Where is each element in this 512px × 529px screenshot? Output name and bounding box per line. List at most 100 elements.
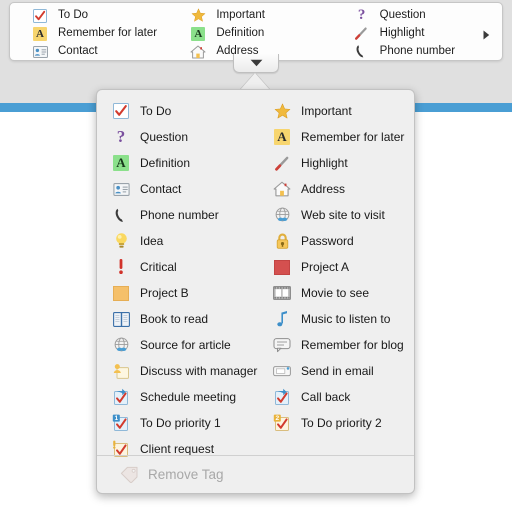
menu-item-label: Book to read bbox=[140, 312, 209, 326]
menu-item-movie-to-see[interactable]: Movie to see bbox=[258, 280, 414, 306]
menu-item-book-to-read[interactable]: Book to read bbox=[97, 306, 258, 332]
globe-icon bbox=[111, 335, 131, 355]
menu-item-label: Definition bbox=[140, 156, 191, 170]
lightbulb-icon bbox=[111, 231, 131, 251]
pen-icon bbox=[272, 153, 292, 173]
checkbox-checked-icon bbox=[111, 101, 131, 121]
toolbar-item-label: Important bbox=[216, 9, 265, 21]
checkbox-checked-icon bbox=[31, 8, 49, 24]
toolbar-item-phone-number[interactable]: Phone number bbox=[353, 43, 502, 60]
menu-item-phone-number[interactable]: Phone number bbox=[97, 202, 258, 228]
toolbar-item-question[interactable]: ? Question bbox=[353, 7, 502, 24]
exclamation-icon bbox=[111, 257, 131, 277]
menu-item-label: Schedule meeting bbox=[140, 390, 237, 404]
menu-item-label: Question bbox=[140, 130, 189, 144]
menu-item-remember-for-later[interactable]: A Remember for later bbox=[258, 124, 414, 150]
menu-item-label: Web site to visit bbox=[301, 208, 385, 222]
menu-item-label: To Do priority 2 bbox=[301, 416, 382, 430]
toolbar-item-label: Remember for later bbox=[58, 27, 158, 39]
menu-item-critical[interactable]: Critical bbox=[97, 254, 258, 280]
menu-item-call-back[interactable]: Call back bbox=[258, 384, 414, 410]
menu-item-label: Discuss with manager bbox=[140, 364, 258, 378]
book-icon bbox=[111, 309, 131, 329]
menu-item-project-b[interactable]: Project B bbox=[97, 280, 258, 306]
menu-item-web-site-to-visit[interactable]: Web site to visit bbox=[258, 202, 414, 228]
menu-item-label: Movie to see bbox=[301, 286, 370, 300]
menu-item-label: Critical bbox=[140, 260, 177, 274]
menu-item-password[interactable]: Password bbox=[258, 228, 414, 254]
menu-item-send-in-email[interactable]: Send in email bbox=[258, 358, 414, 384]
menu-item-label: To Do priority 1 bbox=[140, 416, 221, 430]
toolbar-item-definition[interactable]: A Definition bbox=[189, 25, 343, 42]
toolbar-column-2: Important A Definition Address bbox=[180, 7, 343, 60]
house-icon bbox=[189, 44, 207, 60]
house-icon bbox=[272, 179, 292, 199]
star-icon bbox=[189, 8, 207, 24]
menu-item-project-a[interactable]: Project A bbox=[258, 254, 414, 280]
svg-text:2: 2 bbox=[275, 415, 279, 422]
toolbar-item-contact[interactable]: Contact bbox=[31, 43, 180, 60]
letter-a-yellow-icon: A bbox=[272, 127, 292, 147]
checkbox-one-icon: 1 bbox=[111, 413, 131, 433]
toolbar-item-label: Highlight bbox=[379, 27, 425, 39]
phone-icon bbox=[111, 205, 131, 225]
menu-item-to-do-priority-1[interactable]: 1 To Do priority 1 bbox=[97, 410, 258, 436]
letter-a-green-icon: A bbox=[111, 153, 131, 173]
triangle-right-icon[interactable] bbox=[481, 30, 491, 40]
menu-item-label: Remember for later bbox=[301, 130, 405, 144]
menu-item-label: Phone number bbox=[140, 208, 219, 222]
checkbox-two-icon: 2 bbox=[272, 413, 292, 433]
menu-item-to-do[interactable]: To Do bbox=[97, 98, 258, 124]
checkbox-arrow-icon bbox=[272, 387, 292, 407]
tag-popup-menu: To Do Important ? Question A Remember fo… bbox=[96, 89, 415, 494]
menu-item-idea[interactable]: Idea bbox=[97, 228, 258, 254]
toolbar-item-important[interactable]: Important bbox=[189, 7, 343, 24]
menu-item-to-do-priority-2[interactable]: 2 To Do priority 2 bbox=[258, 410, 414, 436]
pen-icon bbox=[353, 26, 371, 42]
tag-menu-disclosure-button[interactable] bbox=[233, 54, 279, 73]
speech-bubble-icon bbox=[272, 335, 292, 355]
menu-item-label: Address bbox=[301, 182, 346, 196]
toolbar-column-3: ? Question Highlight Phone number bbox=[344, 7, 502, 60]
envelope-icon bbox=[272, 361, 292, 381]
phone-icon bbox=[353, 44, 371, 60]
toolbar-item-label: Contact bbox=[58, 45, 98, 57]
menu-item-remove-tag[interactable]: Remove Tag bbox=[97, 456, 414, 493]
menu-item-label: Remember for blog bbox=[301, 338, 404, 352]
toolbar-item-to-do[interactable]: To Do bbox=[31, 7, 180, 24]
menu-item-label: Project B bbox=[140, 286, 189, 300]
menu-item-address[interactable]: Address bbox=[258, 176, 414, 202]
menu-item-label: To Do bbox=[140, 104, 172, 118]
menu-item-discuss-with-manager[interactable]: Discuss with manager bbox=[97, 358, 258, 384]
menu-item-label: Highlight bbox=[301, 156, 348, 170]
menu-item-label: Contact bbox=[140, 182, 182, 196]
music-note-icon bbox=[272, 309, 292, 329]
menu-item-schedule-meeting[interactable]: Schedule meeting bbox=[97, 384, 258, 410]
menu-item-source-for-article[interactable]: Source for article bbox=[97, 332, 258, 358]
person-note-icon bbox=[111, 361, 131, 381]
letter-a-green-icon: A bbox=[189, 26, 207, 42]
menu-item-question[interactable]: ? Question bbox=[97, 124, 258, 150]
menu-item-definition[interactable]: A Definition bbox=[97, 150, 258, 176]
popup-callout-arrow bbox=[240, 73, 270, 90]
svg-text:1: 1 bbox=[114, 415, 118, 422]
globe-icon bbox=[272, 205, 292, 225]
menu-item-highlight[interactable]: Highlight bbox=[258, 150, 414, 176]
tag-remove-icon bbox=[119, 465, 139, 485]
menu-item-label: Important bbox=[301, 104, 352, 118]
menu-item-important[interactable]: Important bbox=[258, 98, 414, 124]
toolbar-item-remember-for-later[interactable]: A Remember for later bbox=[31, 25, 180, 42]
toolbar-item-highlight[interactable]: Highlight bbox=[353, 25, 502, 42]
menu-item-label: Password bbox=[301, 234, 354, 248]
menu-item-remember-for-blog[interactable]: Remember for blog bbox=[258, 332, 414, 358]
checkbox-arrow-icon bbox=[111, 387, 131, 407]
tag-popup-grid: To Do Important ? Question A Remember fo… bbox=[97, 90, 414, 462]
triangle-down-icon bbox=[250, 59, 263, 67]
contact-card-icon bbox=[111, 179, 131, 199]
letter-a-yellow-icon: A bbox=[31, 26, 49, 42]
remove-tag-label: Remove Tag bbox=[148, 466, 224, 482]
toolbar-column-1: To Do A Remember for later Contact bbox=[10, 7, 180, 60]
menu-item-music-to-listen-to[interactable]: Music to listen to bbox=[258, 306, 414, 332]
star-icon bbox=[272, 101, 292, 121]
menu-item-contact[interactable]: Contact bbox=[97, 176, 258, 202]
